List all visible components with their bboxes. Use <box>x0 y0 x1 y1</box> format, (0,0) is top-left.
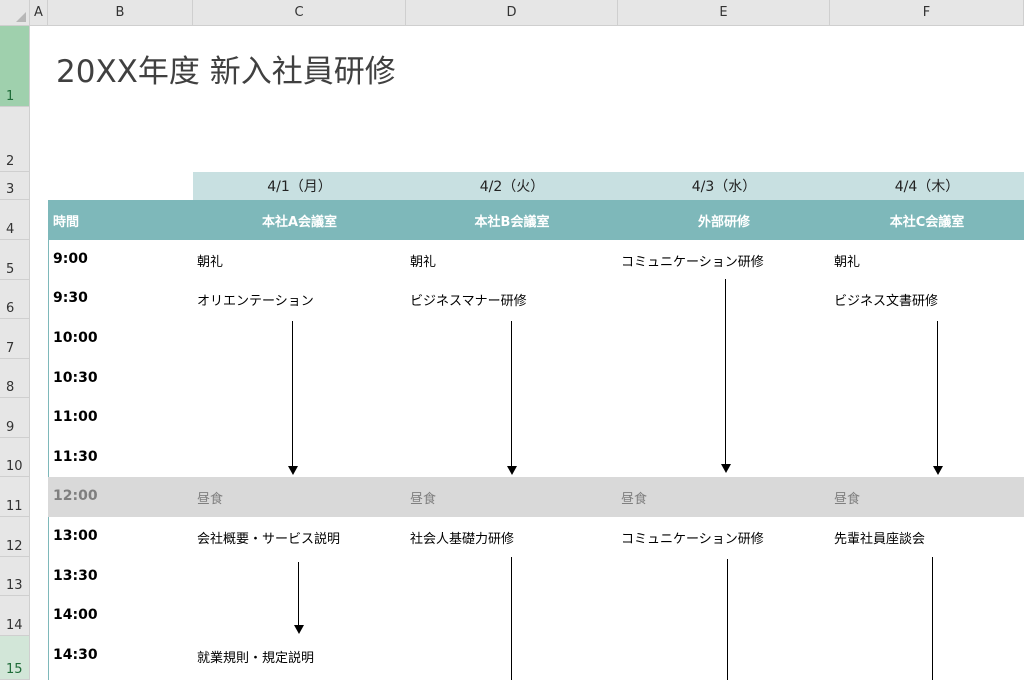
row-header-7[interactable]: 7 <box>0 319 30 359</box>
select-all-corner[interactable] <box>0 0 30 26</box>
time-cell-1300[interactable]: 13:00 <box>53 528 98 544</box>
column-header-d[interactable]: D <box>406 0 618 26</box>
column-header-a[interactable]: A <box>30 0 48 26</box>
row-header-12[interactable]: 12 <box>0 517 30 557</box>
row-header-10[interactable]: 10 <box>0 438 30 477</box>
row-header-15[interactable]: 15 <box>0 636 30 680</box>
schedule-cell-day1-1430[interactable]: 就業規則・規定説明 <box>197 647 314 666</box>
column-header-c[interactable]: C <box>193 0 406 26</box>
select-all-triangle-icon <box>16 12 26 22</box>
time-cell-0900[interactable]: 9:00 <box>53 251 88 267</box>
down-arrow-icon[interactable] <box>287 321 299 475</box>
schedule-cell-day3-1200[interactable]: 昼食 <box>621 488 647 507</box>
header-room-day2[interactable]: 本社B会議室 <box>406 200 618 240</box>
schedule-cell-day4-1200[interactable]: 昼食 <box>834 488 860 507</box>
row-header-4[interactable]: 4 <box>0 200 30 240</box>
spreadsheet-grid[interactable]: A B C D E F 1 2 3 4 5 6 7 8 9 10 11 12 1… <box>0 0 1024 680</box>
down-arrow-icon[interactable] <box>506 321 518 475</box>
down-arrow-icon[interactable] <box>293 562 305 634</box>
schedule-cell-day1-0930[interactable]: オリエンテーション <box>197 290 314 309</box>
date-cell-day4[interactable]: 4/4（木） <box>830 172 1024 200</box>
schedule-cell-day1-1300[interactable]: 会社概要・サービス説明 <box>197 528 340 547</box>
row-header-1[interactable]: 1 <box>0 26 30 107</box>
schedule-cell-day1-1200[interactable]: 昼食 <box>197 488 223 507</box>
schedule-cell-day2-1200[interactable]: 昼食 <box>410 488 436 507</box>
header-room-day4[interactable]: 本社C会議室 <box>830 200 1024 240</box>
sheet-title[interactable]: 20XX年度 新入社員研修 <box>56 46 396 91</box>
time-cell-0930[interactable]: 9:30 <box>53 290 88 306</box>
down-line-connector[interactable] <box>927 557 939 680</box>
schedule-cell-day4-0930[interactable]: ビジネス文書研修 <box>834 290 938 309</box>
time-cell-1330[interactable]: 13:30 <box>53 568 98 584</box>
lunch-row-fill <box>48 477 1024 517</box>
row-header-6[interactable]: 6 <box>0 280 30 319</box>
date-cell-day1[interactable]: 4/1（月） <box>193 172 406 200</box>
down-line-connector[interactable] <box>506 557 518 680</box>
time-cell-1030[interactable]: 10:30 <box>53 370 98 386</box>
time-cell-1430[interactable]: 14:30 <box>53 647 98 663</box>
schedule-cell-day2-0900[interactable]: 朝礼 <box>410 251 436 270</box>
schedule-cell-day2-1300[interactable]: 社会人基礎力研修 <box>410 528 514 547</box>
row-header-9[interactable]: 9 <box>0 398 30 438</box>
row-header-13[interactable]: 13 <box>0 557 30 596</box>
column-header-b[interactable]: B <box>48 0 193 26</box>
row-header-2[interactable]: 2 <box>0 107 30 172</box>
time-cell-1000[interactable]: 10:00 <box>53 330 98 346</box>
down-arrow-icon[interactable] <box>720 279 732 473</box>
row-header-11[interactable]: 11 <box>0 477 30 517</box>
schedule-cell-day4-0900[interactable]: 朝礼 <box>834 251 860 270</box>
down-line-connector[interactable] <box>722 559 734 680</box>
column-header-f[interactable]: F <box>830 0 1024 26</box>
schedule-cell-day2-0930[interactable]: ビジネスマナー研修 <box>410 290 527 309</box>
time-cell-1130[interactable]: 11:30 <box>53 449 98 465</box>
schedule-cell-day4-1300[interactable]: 先輩社員座談会 <box>834 528 925 547</box>
schedule-cell-day3-1300[interactable]: コミュニケーション研修 <box>621 528 764 547</box>
time-cell-1100[interactable]: 11:00 <box>53 409 98 425</box>
schedule-cell-day1-0900[interactable]: 朝礼 <box>197 251 223 270</box>
time-cell-1400[interactable]: 14:00 <box>53 607 98 623</box>
header-room-day3[interactable]: 外部研修 <box>618 200 830 240</box>
table-left-border <box>48 240 49 680</box>
time-cell-1200[interactable]: 12:00 <box>53 488 98 504</box>
down-arrow-icon[interactable] <box>932 321 944 475</box>
date-cell-day3[interactable]: 4/3（水） <box>618 172 830 200</box>
schedule-cell-day3-0900[interactable]: コミュニケーション研修 <box>621 251 764 270</box>
column-header-e[interactable]: E <box>618 0 830 26</box>
row-header-8[interactable]: 8 <box>0 359 30 398</box>
row-header-14[interactable]: 14 <box>0 596 30 636</box>
row-header-3[interactable]: 3 <box>0 172 30 200</box>
date-cell-day2[interactable]: 4/2（火） <box>406 172 618 200</box>
header-time-cell[interactable]: 時間 <box>53 200 193 240</box>
row-header-5[interactable]: 5 <box>0 240 30 280</box>
header-room-day1[interactable]: 本社A会議室 <box>193 200 406 240</box>
